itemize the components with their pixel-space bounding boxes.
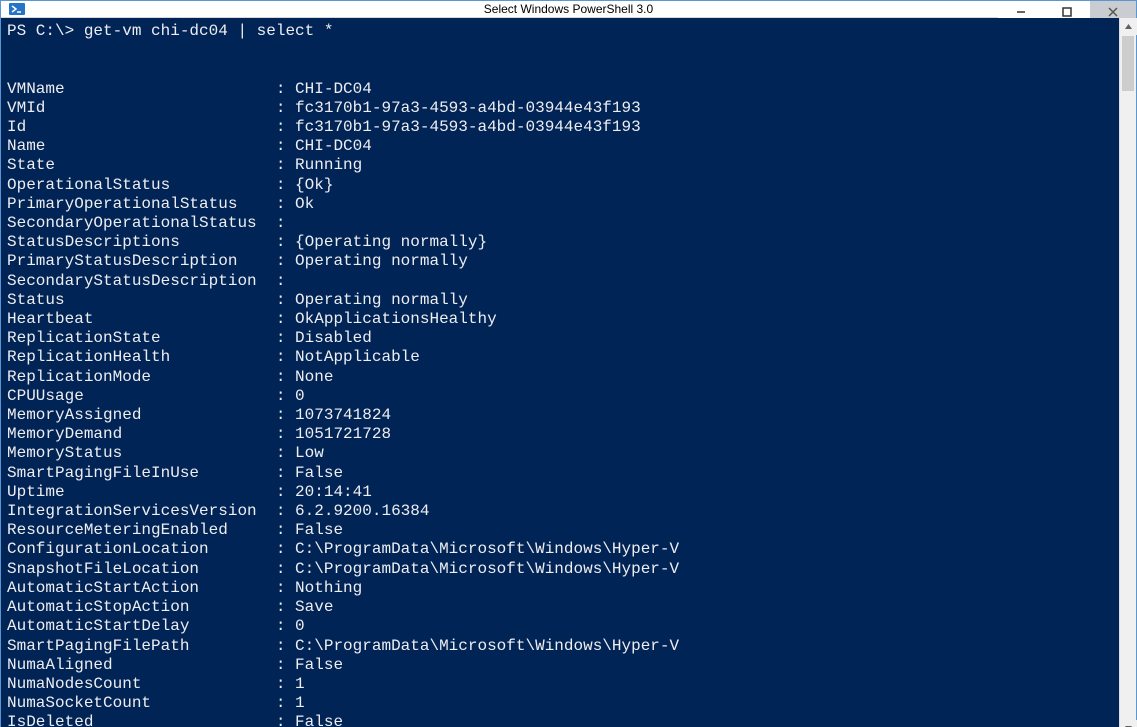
window-title: Select Windows PowerShell 3.0 (1, 2, 1136, 16)
titlebar[interactable]: Select Windows PowerShell 3.0 (1, 1, 1136, 18)
console-area: PS C:\> get-vm chi-dc04 | select * VMNam… (1, 18, 1136, 727)
console-output[interactable]: PS C:\> get-vm chi-dc04 | select * VMNam… (1, 18, 1119, 727)
powershell-window: Select Windows PowerShell 3.0 PS C:\> ge… (0, 0, 1137, 727)
powershell-icon (9, 1, 25, 17)
scroll-up-arrow-icon[interactable] (1120, 18, 1137, 35)
scroll-down-arrow-icon[interactable] (1120, 720, 1137, 727)
scroll-thumb[interactable] (1122, 36, 1134, 91)
vertical-scrollbar[interactable] (1119, 18, 1136, 727)
